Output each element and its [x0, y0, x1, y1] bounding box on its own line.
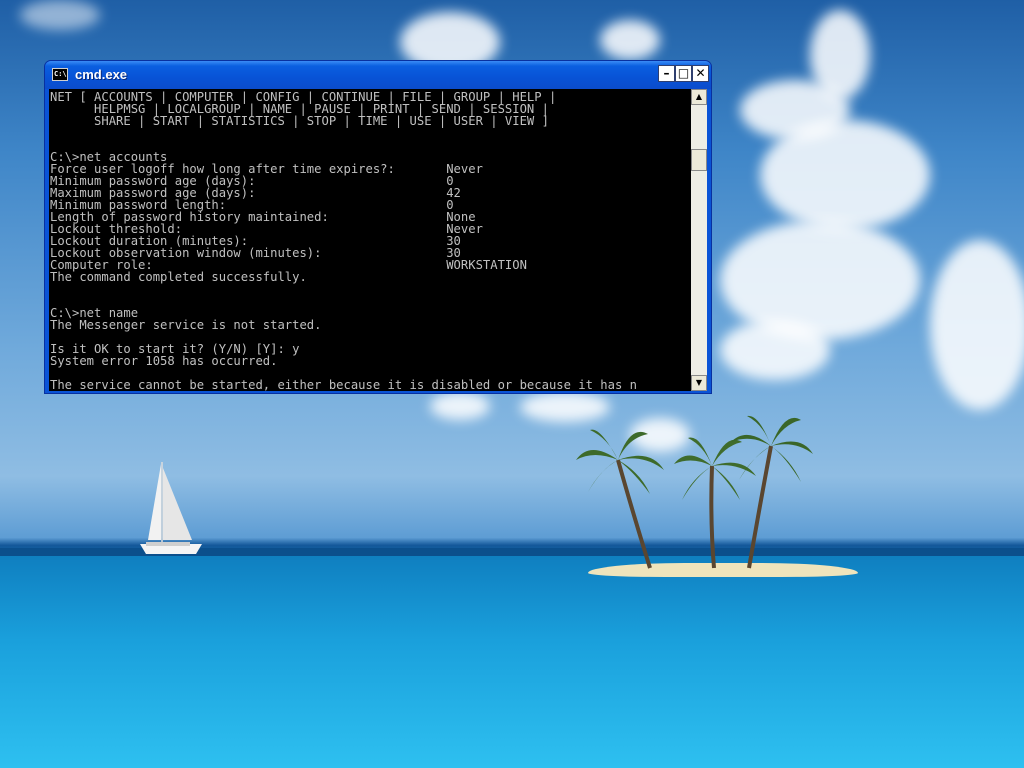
console-line: System error 1058 has occurred.	[50, 354, 278, 368]
cmd-window[interactable]: C:\ cmd.exe – □ ✕ NET [ ACCOUNTS | COMPU…	[44, 60, 712, 394]
console-line: The service cannot be started, either be…	[50, 378, 637, 391]
cloud	[760, 120, 930, 230]
console-line: The Messenger service is not started.	[50, 318, 322, 332]
palm-tree-image	[576, 429, 664, 569]
cloud	[930, 240, 1024, 410]
console-text: NET [ ACCOUNTS | COMPUTER | CONFIG | CON…	[49, 89, 691, 391]
window-title: cmd.exe	[75, 67, 128, 82]
cloud	[600, 20, 660, 60]
desktop-wallpaper: C:\ cmd.exe – □ ✕ NET [ ACCOUNTS | COMPU…	[0, 0, 1024, 768]
sailboat-image	[140, 462, 202, 554]
console-line: The command completed successfully.	[50, 270, 307, 284]
palm-tree-image	[731, 415, 813, 569]
scroll-thumb[interactable]	[691, 149, 707, 171]
minimize-button[interactable]: –	[658, 65, 675, 82]
cloud	[720, 320, 830, 380]
cmd-icon[interactable]: C:\	[52, 68, 68, 81]
vertical-scrollbar[interactable]: ▲ ▼	[691, 89, 707, 391]
sea	[0, 556, 1024, 768]
cloud	[430, 392, 490, 420]
maximize-button[interactable]: □	[675, 65, 692, 82]
close-button[interactable]: ✕	[692, 65, 709, 82]
cloud	[520, 392, 610, 422]
cloud	[20, 0, 100, 30]
console-line: SHARE | START | STATISTICS | STOP | TIME…	[50, 114, 549, 128]
console-output[interactable]: NET [ ACCOUNTS | COMPUTER | CONFIG | CON…	[49, 89, 691, 391]
title-bar[interactable]: C:\ cmd.exe – □ ✕	[45, 61, 711, 89]
cloud	[720, 220, 920, 340]
scroll-up-button[interactable]: ▲	[691, 89, 707, 105]
scroll-down-button[interactable]: ▼	[691, 375, 707, 391]
